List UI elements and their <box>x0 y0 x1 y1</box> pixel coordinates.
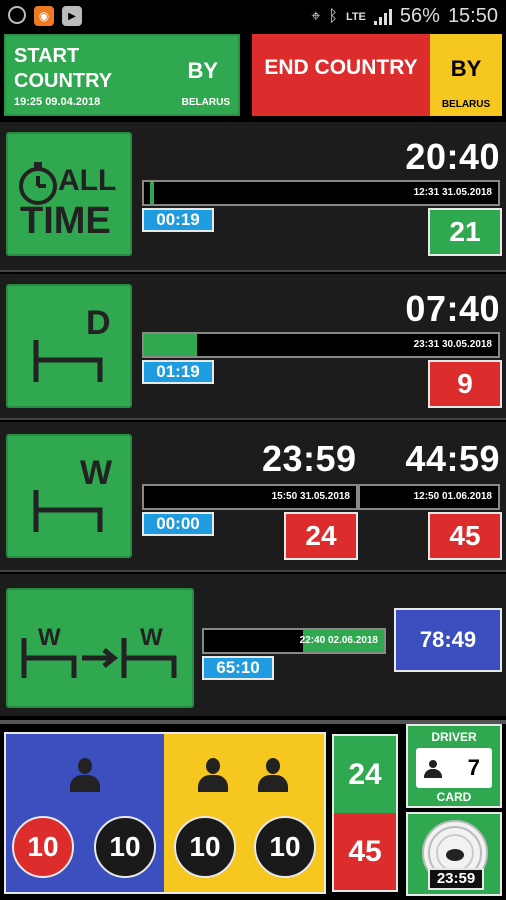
all-time-button[interactable]: ALL TIME <box>6 132 132 256</box>
driver-1-count-2: 10 <box>94 816 156 878</box>
driver-card-title: DRIVER <box>431 730 477 744</box>
person-icon <box>198 758 228 792</box>
end-country-code: BY <box>450 56 482 81</box>
weekly-transition-row: W W 22:40 02.06.2018 65:10 78:49 <box>0 574 506 716</box>
all-time-row: ALL TIME 20:40 12:31 31.05.2018 00:19 21 <box>0 122 506 270</box>
signal-icon <box>373 8 392 25</box>
summary-top: 24 <box>334 736 396 813</box>
driver-1-panel[interactable]: 10 10 <box>6 734 164 892</box>
start-country-code: BY <box>187 58 218 83</box>
weekly-transition-button[interactable]: W W <box>6 588 194 708</box>
daily-rest-remaining: 07:40 <box>405 288 500 329</box>
start-country-name: BELARUS <box>181 97 230 108</box>
driver-card: 7 <box>416 748 492 788</box>
weekly-rest-count-1: 24 <box>284 512 358 560</box>
daily-rest-progress-bar: 23:31 30.05.2018 <box>142 332 500 358</box>
daily-rest-count: 9 <box>428 360 502 408</box>
person-icon <box>70 758 100 792</box>
driver-card-number: 7 <box>467 755 480 780</box>
weekly-rest-letter: W <box>80 454 113 492</box>
daily-rest-letter: D <box>86 304 111 342</box>
bed-icon <box>33 340 103 382</box>
weekly-transition-elapsed: 65:10 <box>202 656 274 680</box>
driver-card-subtitle: CARD <box>436 790 472 804</box>
weekly-rest-end-datetime-1: 15:50 31.05.2018 <box>271 491 350 502</box>
bluetooth-icon: ᛒ <box>328 7 338 25</box>
weekly-transition-total: 78:49 <box>394 608 502 672</box>
app-icon: ◉ <box>34 6 54 26</box>
summary-bottom: 45 <box>334 813 396 890</box>
weekly-rest-row: W 23:59 44:59 15:50 31.05.2018 12:50 01.… <box>0 422 506 570</box>
driver-1-count-1: 10 <box>12 816 74 878</box>
person-icon <box>258 758 288 792</box>
driver-card-button[interactable]: DRIVER 7 CARD <box>406 724 502 808</box>
end-country-button[interactable]: END COUNTRY <box>252 34 430 116</box>
weekly-transition-end-datetime: 22:40 02.06.2018 <box>299 635 378 646</box>
weekly-rest-remaining-1: 23:59 <box>262 438 357 479</box>
all-time-label-1: ALL <box>58 164 117 197</box>
lte-icon: LTE <box>345 10 366 23</box>
divider <box>0 570 506 572</box>
weekly-rest-count-2: 45 <box>428 512 502 560</box>
weekly-rest-progress-bar-1: 15:50 31.05.2018 <box>142 484 358 510</box>
divider <box>0 270 506 272</box>
youtube-icon: ▶ <box>62 6 82 26</box>
all-time-elapsed: 00:19 <box>142 208 214 232</box>
all-time-count: 21 <box>428 208 502 256</box>
daily-rest-progress-fill <box>144 334 198 356</box>
status-bar: ◉ ▶ ⌖ ᛒ LTE 56% 15:50 <box>0 0 506 34</box>
all-time-remaining: 20:40 <box>405 136 500 177</box>
weekly-rest-progress-bar-2: 12:50 01.06.2018 <box>358 484 500 510</box>
disc-time: 23:59 <box>428 868 484 890</box>
weekly-transition-icon <box>21 638 177 678</box>
daily-rest-elapsed: 01:19 <box>142 360 214 384</box>
all-time-end-datetime: 12:31 31.05.2018 <box>413 187 492 198</box>
transition-letter-1: W <box>38 624 61 651</box>
driver-2-count-2: 10 <box>254 816 316 878</box>
summary-stack[interactable]: 24 45 <box>332 734 398 892</box>
drivers-panel[interactable]: 10 10 10 10 <box>4 732 326 894</box>
start-country-button[interactable]: START COUNTRY BY 19:25 09.04.2018 BELARU… <box>4 34 240 116</box>
weekly-transition-progress-bar: 22:40 02.06.2018 <box>202 628 386 654</box>
battery-level: 56% <box>399 5 440 27</box>
driver-2-panel[interactable]: 10 10 <box>164 734 324 892</box>
location-icon: ⌖ <box>311 7 321 25</box>
start-country-title: START COUNTRY <box>14 45 113 92</box>
person-icon <box>424 760 442 778</box>
transition-letter-2: W <box>140 624 163 651</box>
daily-rest-row: D 07:40 23:31 30.05.2018 01:19 9 <box>0 274 506 418</box>
weekly-rest-elapsed: 00:00 <box>142 512 214 536</box>
all-time-progress-bar: 12:31 31.05.2018 <box>142 180 500 206</box>
driver-2-count-1: 10 <box>174 816 236 878</box>
all-time-progress-fill <box>150 182 154 204</box>
end-country-title: END COUNTRY <box>264 56 418 79</box>
settings-icon <box>8 6 26 24</box>
end-country-code-box[interactable]: BY BELARUS <box>430 34 502 116</box>
clock: 15:50 <box>447 5 498 27</box>
weekly-rest-remaining-2: 44:59 <box>405 438 500 479</box>
daily-rest-button[interactable]: D <box>6 284 132 408</box>
weekly-rest-button[interactable]: W <box>6 434 132 558</box>
end-country-name: BELARUS <box>441 99 491 110</box>
weekly-rest-end-datetime-2: 12:50 01.06.2018 <box>413 491 492 502</box>
disc-button[interactable]: 23:59 <box>406 812 502 896</box>
all-time-label-2: TIME <box>20 200 111 242</box>
start-country-datetime: 19:25 09.04.2018 <box>14 96 101 108</box>
daily-rest-end-datetime: 23:31 30.05.2018 <box>413 339 492 350</box>
divider <box>0 418 506 420</box>
